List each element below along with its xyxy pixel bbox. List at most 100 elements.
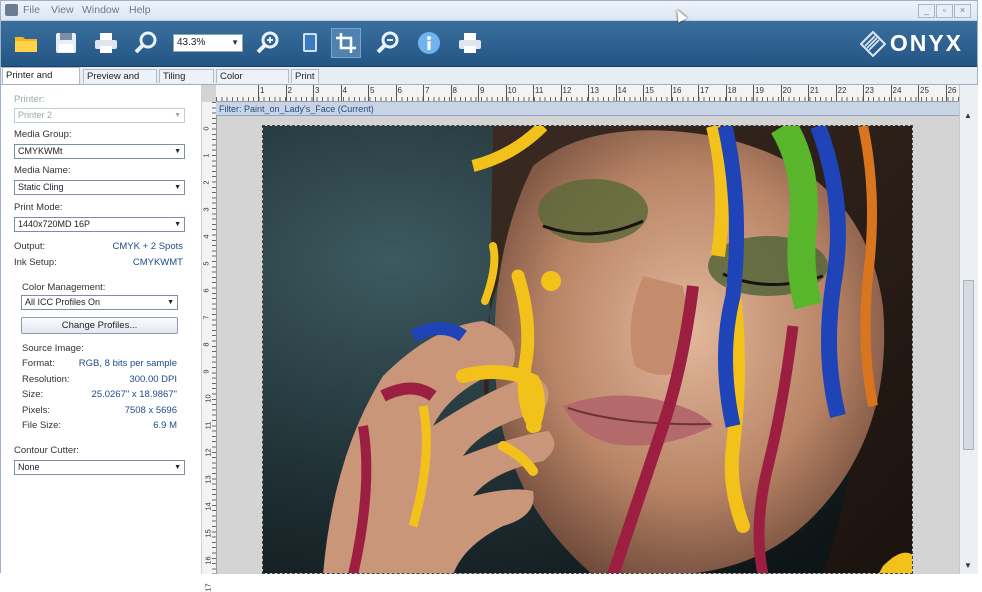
pixels-value: 7508 x 5696: [124, 405, 177, 416]
media-icon[interactable]: [295, 28, 325, 58]
scroll-down-icon[interactable]: ▼: [964, 561, 972, 570]
ruler-label: 11: [203, 421, 213, 430]
ruler-major-tick: [945, 85, 947, 101]
ruler-label: 7: [201, 315, 211, 320]
pixels-label: Pixels:: [22, 405, 50, 416]
printer-queue-icon[interactable]: [455, 28, 485, 58]
close-button[interactable]: ×: [954, 4, 971, 18]
tab-color-correction[interactable]: Color Correction: [216, 69, 289, 96]
zoom-icon[interactable]: [131, 28, 161, 58]
chevron-down-icon: ▼: [174, 184, 181, 191]
media-group-select[interactable]: CMYKWMt ▼: [14, 144, 185, 159]
filter-bar: Filter: Paint_on_Lady's_Face (Current): [216, 102, 959, 116]
media-name-select[interactable]: Static Cling ▼: [14, 180, 185, 195]
contour-cutter-label: Contour Cutter:: [14, 445, 79, 456]
vertical-ruler: 0 1 2 3 4 5 6 7 8 9 10 11 12 13 14 15 16 17: [201, 102, 217, 592]
vertical-scrollbar[interactable]: ▲ ▼: [959, 85, 978, 574]
ruler-label: 15: [203, 529, 213, 538]
tab-print[interactable]: Print: [291, 69, 319, 83]
ruler-major-tick: [890, 85, 892, 101]
crop-icon[interactable]: [331, 28, 361, 58]
window-controls: _ ▫ ×: [918, 4, 971, 18]
open-folder-icon[interactable]: [11, 28, 41, 58]
contour-cutter-value: None: [18, 462, 40, 472]
ruler-label: 5: [201, 261, 211, 266]
ruler-label: 16: [203, 556, 213, 565]
ruler-major-tick: [313, 85, 314, 101]
format-value: RGB, 8 bits per sample: [78, 358, 177, 369]
ruler-label: 14: [203, 502, 213, 511]
ruler-label: 20: [782, 86, 792, 95]
zoom-in-icon[interactable]: [253, 28, 283, 58]
ruler-major-tick: [285, 85, 287, 101]
menu-file[interactable]: File: [23, 4, 40, 16]
ink-setup-value: CMYKWMT: [132, 257, 183, 268]
maximize-button[interactable]: ▫: [936, 4, 953, 18]
ruler-label: 0: [201, 126, 211, 131]
ruler-label: 4: [201, 234, 211, 239]
printer-select[interactable]: Printer 2 ▼: [14, 108, 185, 123]
ruler-label: 17: [203, 583, 213, 592]
menu-help[interactable]: Help: [129, 4, 151, 16]
ruler-label: 7: [425, 86, 430, 95]
print-mode-value: 1440x720MD 16P: [18, 219, 91, 229]
preview-image[interactable]: [262, 125, 913, 574]
app-icon: [5, 4, 18, 16]
minimize-button[interactable]: _: [918, 4, 935, 18]
menu-window[interactable]: Window: [82, 4, 119, 16]
chevron-down-icon: ▼: [167, 299, 174, 306]
tab-printer-and-media[interactable]: Printer and Media: [2, 67, 80, 97]
tab-tiling-setup[interactable]: Tiling Setup: [159, 69, 214, 96]
ruler-label: 16: [672, 86, 682, 95]
scroll-up-icon[interactable]: ▲: [964, 111, 972, 120]
size-label: Size:: [22, 389, 44, 400]
ruler-label: 12: [562, 86, 572, 95]
chevron-down-icon: ▼: [174, 148, 181, 155]
color-management-value: All ICC Profiles On: [25, 297, 101, 307]
color-management-select[interactable]: All ICC Profiles On ▼: [21, 295, 178, 310]
contour-cutter-select[interactable]: None ▼: [14, 460, 185, 475]
ruler-major-tick: [808, 85, 809, 101]
ruler-label: 14: [617, 86, 627, 95]
print-mode-select[interactable]: 1440x720MD 16P ▼: [14, 217, 185, 232]
change-profiles-button[interactable]: Change Profiles...: [21, 317, 178, 334]
zoom-out-icon[interactable]: [373, 28, 403, 58]
ruler-major-tick: [478, 85, 479, 101]
tab-preview-and-size[interactable]: Preview and Size: [83, 69, 157, 96]
ruler-major-tick: [368, 85, 369, 101]
menu-view[interactable]: View: [51, 4, 74, 16]
ruler-major-tick: [395, 85, 397, 101]
save-icon[interactable]: [51, 28, 81, 58]
info-icon[interactable]: [414, 28, 444, 58]
media-name-value: Static Cling: [18, 182, 64, 192]
printer-label: Printer:: [14, 94, 45, 105]
tab-bar: Printer and Media Preview and Size Tilin…: [1, 67, 977, 97]
ruler-major-tick: [450, 85, 452, 101]
ruler-label: 21: [810, 86, 819, 95]
ruler-major-tick: [780, 85, 782, 101]
ruler-major-tick: [753, 85, 754, 101]
source-image-label: Source Image:: [22, 343, 84, 354]
onyx-logo-mark: [859, 30, 886, 57]
ruler-major-tick: [835, 85, 837, 101]
scrollbar-thumb[interactable]: [963, 280, 974, 450]
ruler-label: 11: [535, 86, 544, 95]
zoom-value: 43.3%: [177, 37, 206, 48]
ruler-label: 6: [201, 288, 211, 293]
brand-name: ONYX: [889, 30, 963, 56]
chevron-down-icon: ▼: [174, 464, 181, 471]
media-group-label: Media Group:: [14, 129, 72, 140]
ruler-major-tick: [560, 85, 562, 101]
ruler-label: 5: [370, 86, 375, 95]
ruler-label: 23: [865, 86, 874, 95]
print-icon[interactable]: [91, 28, 121, 58]
ruler-major-tick: [670, 85, 672, 101]
ruler-major-tick: [643, 85, 644, 101]
ruler-label: 17: [700, 86, 709, 95]
ruler-label: 13: [590, 86, 599, 95]
zoom-select[interactable]: 43.3% ▼: [173, 34, 243, 52]
ruler-major-tick: [698, 85, 699, 101]
ruler-label: 3: [315, 86, 320, 95]
ruler-label: 19: [755, 86, 764, 95]
ink-setup-label: Ink Setup:: [14, 257, 57, 268]
